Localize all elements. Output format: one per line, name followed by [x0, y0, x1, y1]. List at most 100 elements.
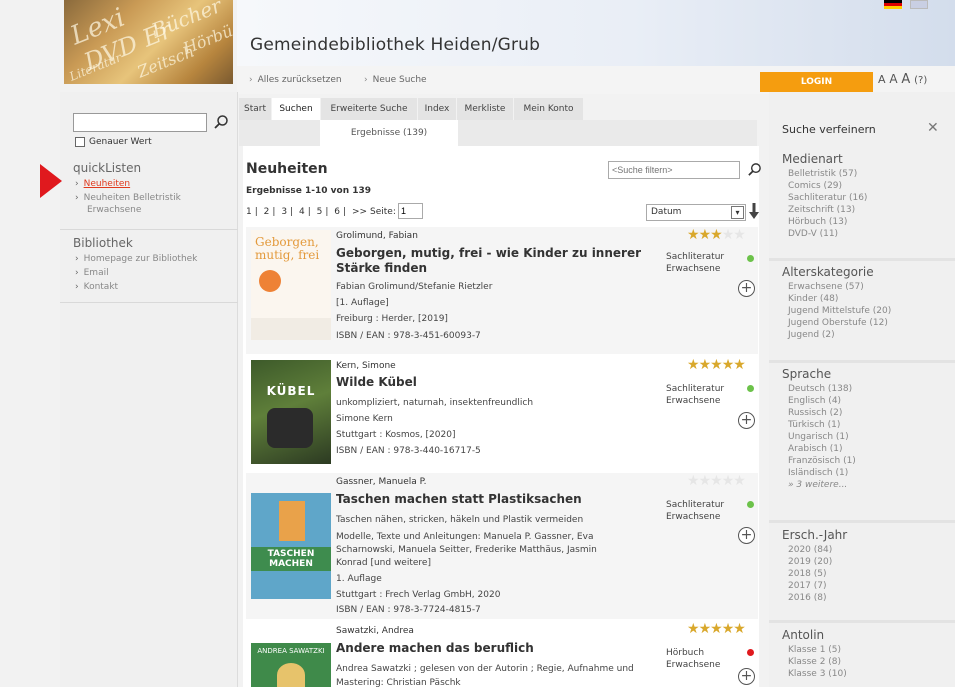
add-to-watchlist-button[interactable]: + [738, 280, 755, 297]
quicklist-neuheiten[interactable]: › Neuheiten [75, 178, 130, 190]
add-to-watchlist-button[interactable]: + [738, 412, 755, 429]
facet-option[interactable]: Belletristik (57) [788, 168, 857, 180]
sort-direction-icon[interactable] [749, 202, 759, 220]
red-pointer-arrow-icon [40, 164, 62, 198]
flag-en-icon[interactable] [910, 0, 928, 9]
result-title[interactable]: Andere machen das beruflich [336, 641, 651, 656]
page-link[interactable]: 6 [334, 207, 340, 217]
next-pages-link[interactable]: >> [352, 207, 367, 217]
facet-option[interactable]: Jugend (2) [788, 329, 835, 341]
email-link[interactable]: › Email [75, 267, 109, 279]
close-icon[interactable]: ✕ [927, 120, 939, 136]
page-link[interactable]: 2 [264, 207, 270, 217]
new-search-link[interactable]: › Neue Suche [364, 75, 427, 85]
pager-separator: | [325, 207, 329, 217]
result-item[interactable]: TASCHEN MACHEN Gassner, Manuela P. Tasch… [246, 473, 758, 619]
tab-advanced-search[interactable]: Erweiterte Suche [321, 98, 417, 120]
library-logo[interactable]: Lexi DVD Er Bücher Hörbü Zeitsch Literat… [64, 0, 233, 84]
cover-image[interactable]: TASCHEN MACHEN [251, 493, 331, 599]
result-item[interactable]: ANDREA SAWATZKI Sawatzki, Andrea Andere … [246, 621, 758, 687]
chevron-right-icon: › [75, 193, 79, 203]
facet-option[interactable]: Jugend Oberstufe (12) [788, 317, 888, 329]
facet-option[interactable]: Hörbuch (13) [788, 216, 847, 228]
pager-separator: | [290, 207, 294, 217]
page-link[interactable]: 4 [299, 207, 305, 217]
facet-option[interactable]: Russisch (2) [788, 407, 842, 419]
facet-option[interactable]: Deutsch (138) [788, 383, 852, 395]
tab-watchlist[interactable]: Merkliste [457, 98, 513, 120]
result-title[interactable]: Taschen machen statt Plastiksachen [336, 492, 651, 507]
tab-search[interactable]: Suchen [272, 98, 320, 120]
result-title[interactable]: Wilde Kübel [336, 375, 651, 390]
tab-start[interactable]: Start [239, 98, 271, 120]
page-link[interactable]: 1 [246, 207, 252, 217]
facet-option[interactable]: » 3 weitere... [788, 479, 847, 491]
star-icon: ★ [721, 227, 735, 243]
facet-option[interactable]: 2016 (8) [788, 592, 827, 604]
facet-option[interactable]: Englisch (4) [788, 395, 841, 407]
facet-option[interactable]: Türkisch (1) [788, 419, 840, 431]
page-number-input[interactable] [398, 203, 423, 219]
filter-search-input[interactable] [608, 161, 740, 179]
facet-option[interactable]: Klasse 1 (5) [788, 644, 841, 656]
facet-option[interactable]: 2019 (20) [788, 556, 832, 568]
facet-option[interactable]: Kinder (48) [788, 293, 838, 305]
facet-option[interactable]: Französisch (1) [788, 455, 856, 467]
facet-option[interactable]: 2017 (7) [788, 580, 827, 592]
sort-select[interactable]: Datum ▾ [646, 204, 746, 221]
cover-graphic [259, 270, 281, 292]
add-to-watchlist-button[interactable]: + [738, 668, 755, 685]
facet-option[interactable]: Erwachsene (57) [788, 281, 864, 293]
search-icon[interactable] [213, 114, 229, 130]
search-icon[interactable] [747, 162, 762, 177]
exact-match-label: Genauer Wert [89, 137, 152, 147]
login-button[interactable]: LOGIN [760, 72, 873, 92]
cover-image[interactable]: Geborgen, mutig, frei [251, 230, 331, 340]
page-link[interactable]: 5 [317, 207, 323, 217]
facet-option[interactable]: Ungarisch (1) [788, 431, 849, 443]
facet-option[interactable]: 2018 (5) [788, 568, 827, 580]
subtab-results[interactable]: Ergebnisse (139) [320, 120, 458, 146]
result-detail: [1. Auflage] [336, 298, 389, 308]
homepage-link[interactable]: › Homepage zur Bibliothek [75, 253, 197, 265]
contact-link[interactable]: › Kontakt [75, 281, 118, 293]
font-size-small-button[interactable]: A [878, 73, 886, 86]
facet-heading: Ersch.-Jahr [782, 528, 848, 542]
facet-option[interactable]: Isländisch (1) [788, 467, 848, 479]
cover-image[interactable]: ANDREA SAWATZKI [251, 643, 331, 687]
result-category: Sachliteratur Erwachsene [666, 500, 725, 522]
cover-image[interactable]: KÜBEL [251, 360, 331, 464]
facet-option[interactable]: Klasse 3 (10) [788, 668, 847, 680]
list-title: Neuheiten [246, 161, 328, 177]
tab-my-account[interactable]: Mein Konto [514, 98, 583, 120]
tab-index[interactable]: Index [418, 98, 456, 120]
flag-de-icon[interactable] [884, 0, 902, 9]
exact-match-checkbox[interactable] [75, 137, 85, 147]
chevron-right-icon: › [364, 75, 368, 85]
quicklist-neuheiten-belletristik[interactable]: › Neuheiten Belletristik Erwachsene [75, 192, 181, 216]
add-to-watchlist-button[interactable]: + [738, 527, 755, 544]
reset-all-link[interactable]: › Alles zurücksetzen [249, 75, 342, 85]
font-size-large-button[interactable]: A [901, 72, 910, 87]
result-item[interactable]: KÜBEL Kern, Simone Wilde Kübel unkompliz… [246, 357, 758, 472]
facet-option[interactable]: Klasse 2 (8) [788, 656, 841, 668]
result-title[interactable]: Geborgen, mutig, frei - wie Kinder zu in… [336, 246, 651, 276]
facet-option[interactable]: Jugend Mittelstufe (20) [788, 305, 891, 317]
facet-option[interactable]: Sachliteratur (16) [788, 192, 867, 204]
availability-dot [747, 649, 754, 656]
facet-option[interactable]: Arabisch (1) [788, 443, 843, 455]
result-detail: Stuttgart : Frech Verlag GmbH, 2020 [336, 590, 501, 600]
font-size-medium-button[interactable]: A [889, 72, 897, 86]
cover-graphic [267, 408, 313, 448]
facet-option[interactable]: Zeitschrift (13) [788, 204, 855, 216]
divider [769, 360, 955, 363]
result-item[interactable]: Geborgen, mutig, frei Grolimund, Fabian … [246, 227, 758, 354]
rating-stars: ★★★★★ [687, 227, 746, 243]
facet-option[interactable]: Comics (29) [788, 180, 842, 192]
page-link[interactable]: 3 [281, 207, 287, 217]
font-size-help[interactable]: (?) [914, 75, 927, 86]
facet-option[interactable]: 2020 (84) [788, 544, 832, 556]
star-icon: ★ [687, 357, 700, 373]
search-input[interactable] [73, 113, 207, 132]
facet-option[interactable]: DVD-V (11) [788, 228, 838, 240]
